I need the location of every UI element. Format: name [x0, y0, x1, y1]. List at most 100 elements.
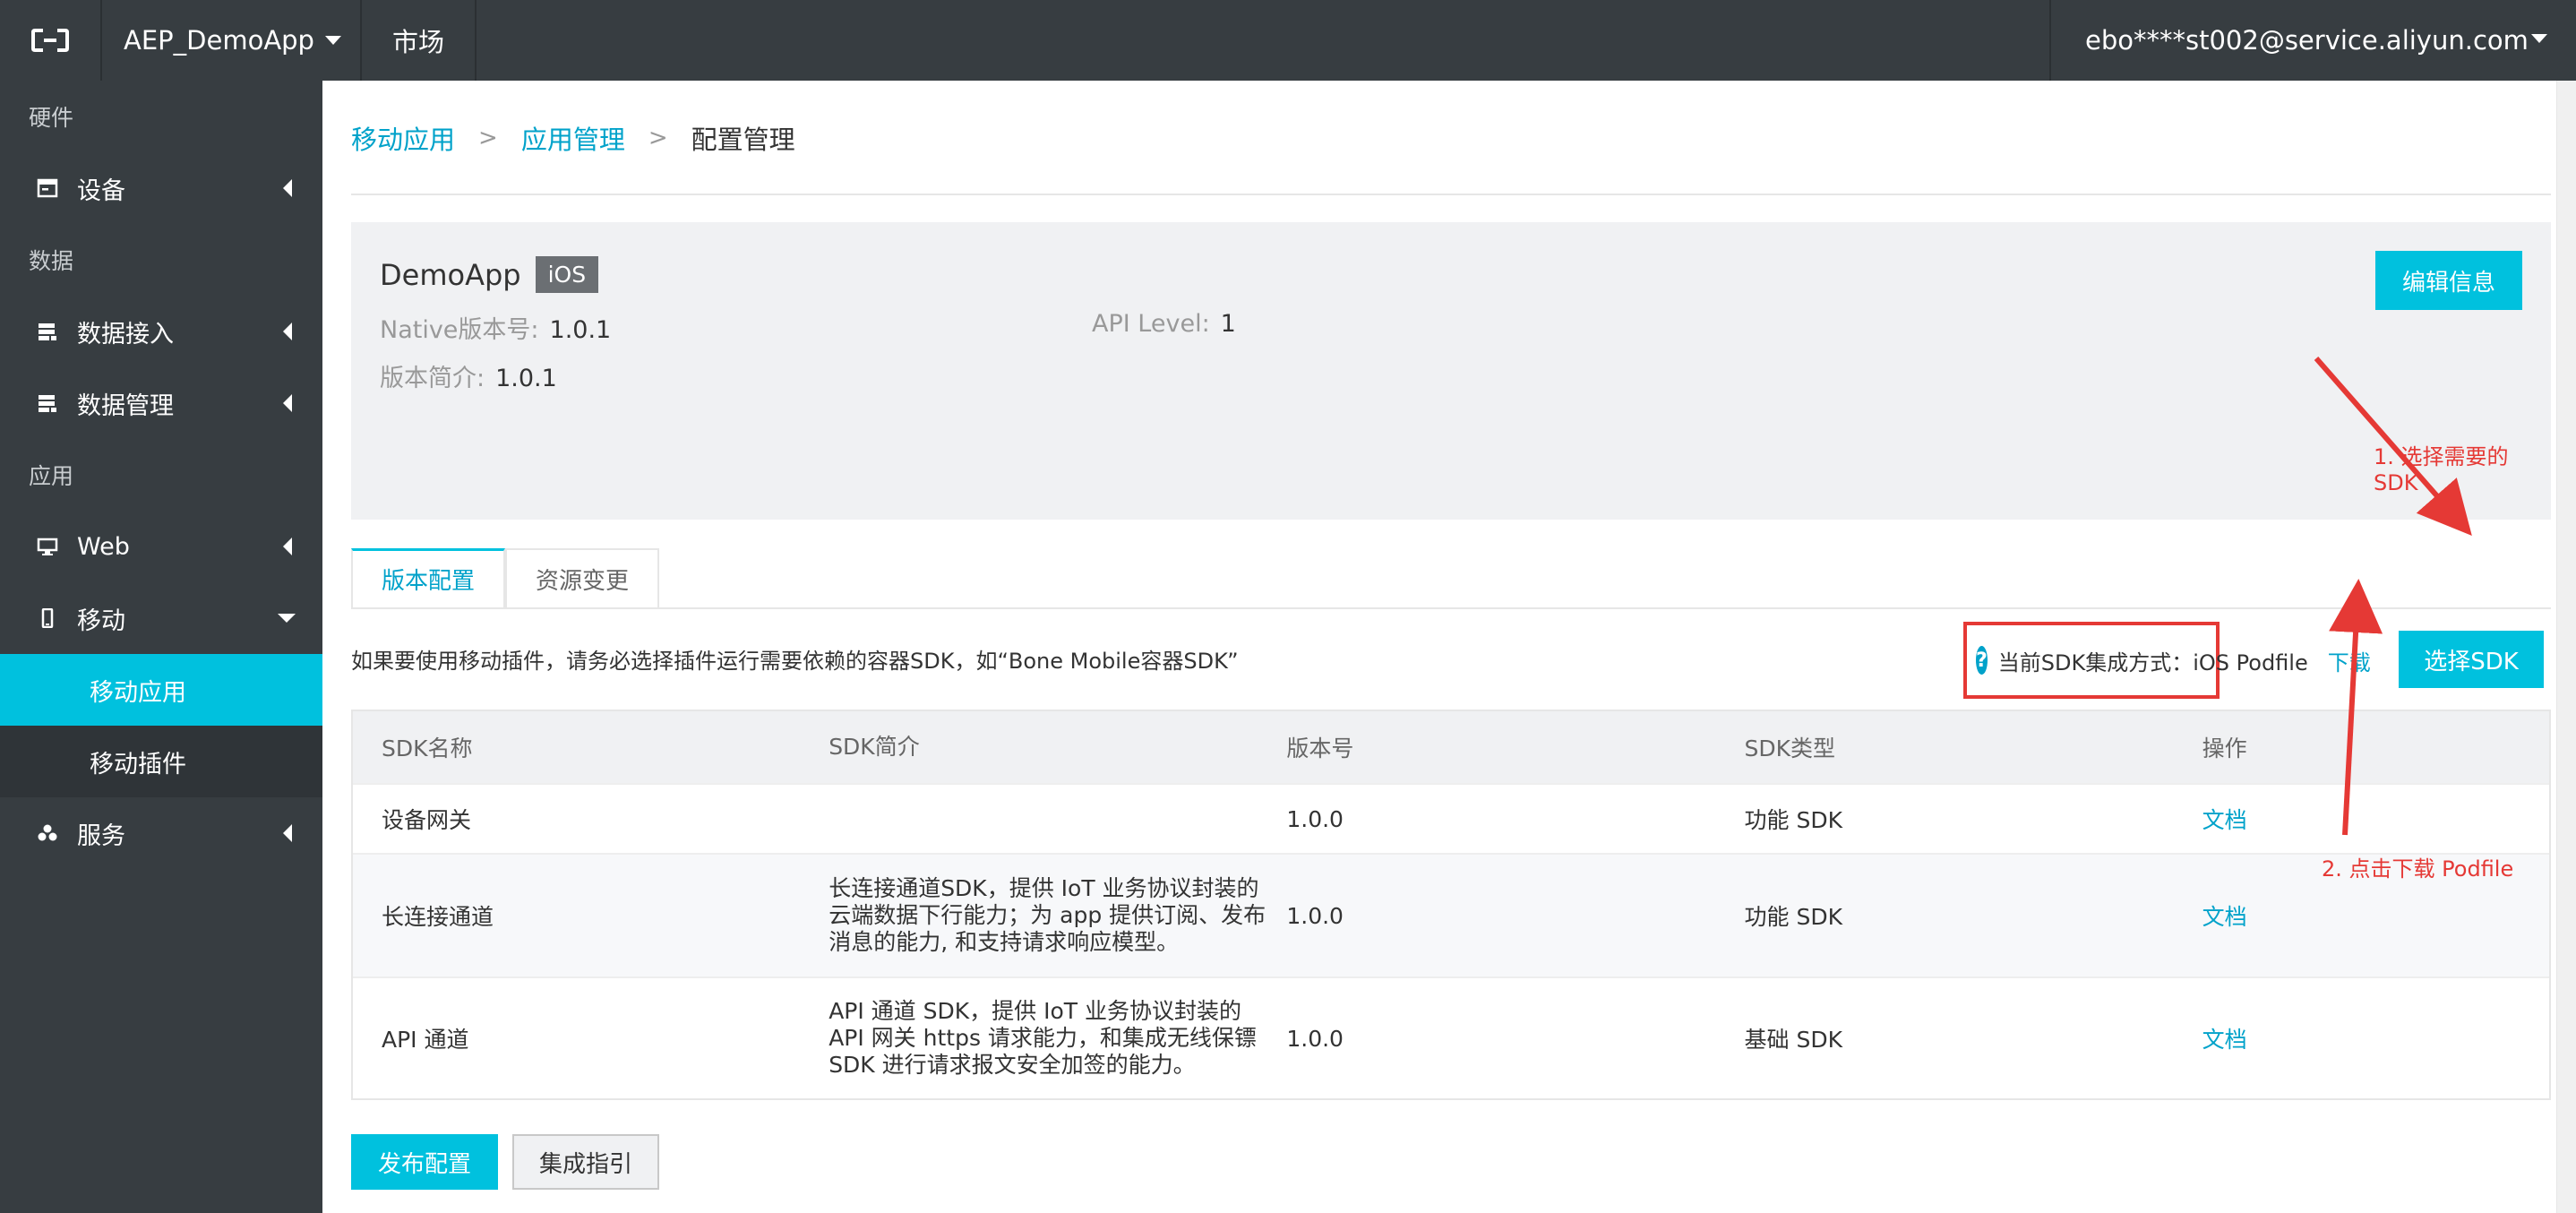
caret-down-icon: [324, 36, 341, 45]
table-row: 设备网关 1.0.0 功能 SDK 文档: [353, 783, 2549, 853]
account-menu[interactable]: ebo****st002@service.aliyun.com: [2049, 0, 2576, 81]
column-header: SDK类型: [1744, 736, 1836, 761]
api-level-label: API Level:: [1092, 310, 1210, 338]
tab-resource-change[interactable]: 资源变更: [505, 548, 660, 609]
caret-down-icon: [2531, 34, 2547, 43]
edit-info-button[interactable]: 编辑信息: [2375, 251, 2522, 310]
app-info-panel: DemoApp iOS 编辑信息 Native版本号: 1.0.1 API Lev…: [351, 222, 2551, 520]
collapse-arrow-icon: [283, 394, 292, 412]
select-sdk-button[interactable]: 选择SDK: [2399, 631, 2544, 688]
divider: [351, 607, 2551, 609]
sdk-name: 设备网关: [382, 807, 472, 833]
scrollbar[interactable]: [2556, 81, 2576, 1213]
collapse-arrow-icon: [283, 323, 292, 340]
sidebar-item-label: 移动: [77, 606, 125, 635]
sidebar-item-data-manage[interactable]: 数据管理: [0, 367, 322, 439]
column-header: SDK简介: [829, 734, 920, 760]
sdk-mode-text: 当前SDK集成方式：iOS Podfile: [1997, 650, 2308, 675]
version-intro-label: 版本简介:: [380, 365, 485, 392]
monitor-icon: [34, 533, 61, 560]
chevron-right-icon: >: [478, 125, 498, 151]
sdk-desc: API 通道 SDK，提供 IoT 业务协议封装的 API 网关 https 请…: [829, 998, 1257, 1078]
native-version-value: 1.0.1: [549, 316, 612, 344]
column-header: 版本号: [1286, 736, 1354, 761]
doc-link[interactable]: 文档: [2202, 1027, 2247, 1053]
tab-version-config[interactable]: 版本配置: [351, 548, 506, 609]
top-bar: AEP_DemoApp 市场 ebo****st002@service.aliy…: [0, 0, 2576, 81]
sidebar-item-data-access[interactable]: 数据接入: [0, 296, 322, 367]
sidebar-item-web[interactable]: Web: [0, 511, 322, 582]
sidebar-item-label: 数据接入: [77, 320, 174, 348]
publish-config-button[interactable]: 发布配置: [351, 1134, 498, 1190]
tab-bar: 版本配置 资源变更: [351, 548, 660, 609]
sidebar-group-data: 数据: [29, 248, 74, 274]
api-level-value: 1: [1220, 310, 1236, 338]
sidebar-item-mobile[interactable]: 移动: [0, 582, 322, 654]
main-content: 移动应用 > 应用管理 > 配置管理 DemoApp iOS 编辑信息 Nati…: [322, 81, 2576, 1213]
app-switcher[interactable]: AEP_DemoApp: [102, 0, 362, 81]
market-link[interactable]: 市场: [362, 0, 477, 81]
account-email: ebo****st002@service.aliyun.com: [2085, 25, 2529, 56]
sidebar-item-label: 服务: [77, 822, 125, 850]
native-version: Native版本号: 1.0.1: [380, 310, 611, 345]
sdk-version: 1.0.0: [1286, 805, 1344, 832]
collapse-arrow-icon: [283, 824, 292, 842]
version-intro: 版本简介: 1.0.1: [380, 358, 557, 393]
divider: [351, 194, 2551, 195]
table-row: API 通道 API 通道 SDK，提供 IoT 业务协议封装的 API 网关 …: [353, 976, 2549, 1098]
app-name: AEP_DemoApp: [124, 25, 314, 56]
sdk-desc: 长连接通道SDK，提供 IoT 业务协议封装的云端数据下行能力；为 app 提供…: [829, 875, 1267, 955]
sidebar-group-hardware: 硬件: [29, 105, 74, 131]
breadcrumb-app-manage[interactable]: 应用管理: [521, 119, 625, 157]
integration-guide-button[interactable]: 集成指引: [512, 1134, 659, 1190]
sdk-type: 功能 SDK: [1744, 904, 1842, 930]
plugin-notice: 如果要使用移动插件，请务必选择插件运行需要依赖的容器SDK，如“Bone Mob…: [351, 649, 1239, 674]
app-name-text: DemoApp: [380, 257, 521, 292]
collapse-arrow-icon: [283, 179, 292, 197]
column-header: 操作: [2202, 736, 2247, 761]
annotation-step1: 1. 选择需要的 SDK: [2374, 444, 2509, 495]
database-icon: [34, 390, 61, 417]
collapse-arrow-icon: [283, 538, 292, 555]
sdk-version: 1.0.0: [1286, 902, 1344, 929]
sdk-type: 功能 SDK: [1744, 807, 1842, 833]
doc-link[interactable]: 文档: [2202, 904, 2247, 930]
help-icon[interactable]: ?: [1976, 646, 1988, 675]
sidebar-item-device[interactable]: 设备: [0, 152, 322, 224]
app-title: DemoApp iOS: [380, 256, 599, 293]
sdk-name: API 通道: [382, 1027, 469, 1053]
sidebar-item-service[interactable]: 服务: [0, 797, 322, 869]
sdk-table: SDK名称 SDK简介 版本号 SDK类型 操作 设备网关 1.0.0 功能 S…: [351, 710, 2551, 1100]
service-icon: [34, 820, 61, 847]
sidebar-item-mobile-app[interactable]: 移动应用: [0, 654, 322, 726]
aliyun-logo-icon[interactable]: [0, 0, 102, 81]
table-header: SDK名称 SDK简介 版本号 SDK类型 操作: [353, 711, 2549, 783]
chevron-right-icon: >: [648, 125, 668, 151]
download-link[interactable]: 下载: [2328, 645, 2371, 676]
breadcrumb-mobile-app[interactable]: 移动应用: [351, 119, 455, 157]
version-intro-value: 1.0.1: [495, 365, 557, 392]
table-row: 长连接通道 长连接通道SDK，提供 IoT 业务协议封装的云端数据下行能力；为 …: [353, 853, 2549, 976]
expand-arrow-icon: [278, 614, 296, 623]
sidebar-item-mobile-plugin[interactable]: 移动插件: [0, 726, 322, 797]
sidebar: 硬件 设备 数据 数据接入 数据管理 应用 Web 移动 移动应用 移动插件 服…: [0, 81, 322, 1213]
column-header: SDK名称: [382, 736, 473, 761]
database-icon: [34, 318, 61, 345]
breadcrumb-current: 配置管理: [691, 125, 795, 155]
device-icon: [34, 175, 61, 202]
sidebar-item-label: 数据管理: [77, 391, 174, 420]
doc-link[interactable]: 文档: [2202, 807, 2247, 833]
breadcrumb: 移动应用 > 应用管理 > 配置管理: [351, 120, 795, 156]
api-level: API Level: 1: [1092, 310, 1236, 338]
sdk-version: 1.0.0: [1286, 1025, 1344, 1052]
platform-badge: iOS: [535, 256, 599, 293]
native-version-label: Native版本号:: [380, 316, 539, 344]
sdk-mode-box: ? 当前SDK集成方式：iOS Podfile 下载: [1963, 622, 2371, 699]
mobile-phone-icon: [34, 605, 61, 632]
annotation-step2: 2. 点击下载 Podfile: [2322, 856, 2514, 882]
sidebar-group-app: 应用: [29, 463, 74, 489]
sidebar-item-label: 设备: [77, 176, 125, 205]
sdk-name: 长连接通道: [382, 904, 494, 930]
sidebar-item-label: Web: [77, 532, 130, 561]
sdk-type: 基础 SDK: [1744, 1027, 1842, 1053]
